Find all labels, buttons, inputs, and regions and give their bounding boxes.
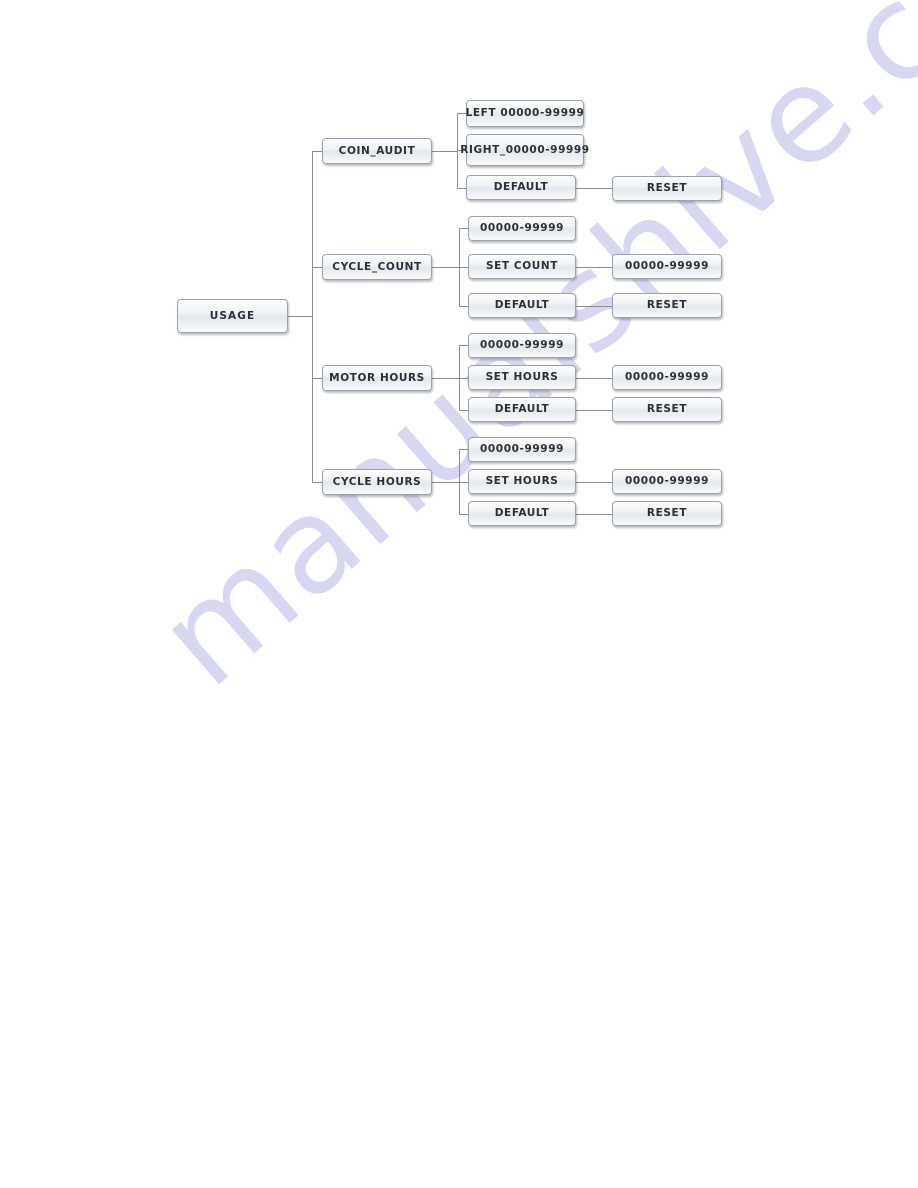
- node-label: 00000-99999: [624, 475, 710, 488]
- node-ch_set_range[interactable]: 00000-99999: [612, 469, 722, 494]
- connector-line: [576, 482, 612, 483]
- node-label: DEFAULT: [494, 507, 550, 520]
- connector-line: [459, 345, 468, 346]
- node-label: RESET: [646, 182, 688, 195]
- connector-line: [459, 306, 468, 307]
- connector-line: [312, 151, 313, 482]
- node-ca_left[interactable]: LEFT 00000-99999: [466, 100, 584, 127]
- node-ch_range[interactable]: 00000-99999: [468, 437, 576, 462]
- node-cycle_hours[interactable]: CYCLE HOURS: [322, 469, 432, 495]
- node-label: COIN_AUDIT: [338, 144, 416, 157]
- connector-line: [459, 514, 468, 515]
- node-ca_right[interactable]: RIGHT_00000-99999: [460, 134, 589, 166]
- node-ch_reset[interactable]: RESET: [612, 501, 722, 526]
- connector-line: [576, 306, 612, 307]
- node-ch_default[interactable]: DEFAULT: [468, 501, 576, 526]
- connector-line: [459, 410, 468, 411]
- node-cc_set[interactable]: SET COUNT: [468, 254, 576, 279]
- connector-line: [432, 482, 459, 483]
- node-label: CYCLE HOURS: [332, 475, 422, 488]
- connector-line: [576, 514, 612, 515]
- connector-line: [457, 188, 466, 189]
- node-motor_hours[interactable]: MOTOR HOURS: [322, 365, 432, 391]
- node-label: 00000-99999: [479, 222, 565, 235]
- node-label: RIGHT_00000-99999: [460, 143, 590, 156]
- connector-line: [459, 482, 468, 483]
- connector-line: [312, 482, 322, 483]
- connector-line: [432, 378, 459, 379]
- node-cc_default[interactable]: DEFAULT: [468, 293, 576, 318]
- node-coin_audit[interactable]: COIN_AUDIT: [322, 138, 432, 164]
- node-cc_set_range[interactable]: 00000-99999: [612, 254, 722, 279]
- usage-menu-tree-diagram: USAGE COIN_AUDIT LEFT 00000-99999 RIGHT_000…: [0, 0, 918, 1188]
- node-label: SET HOURS: [485, 371, 559, 384]
- node-label: LEFT 00000-99999: [465, 107, 585, 120]
- connector-line: [576, 267, 612, 268]
- node-ca_reset[interactable]: RESET: [612, 176, 722, 201]
- node-label: SET HOURS: [485, 475, 559, 488]
- node-cycle_count[interactable]: CYCLE_COUNT: [322, 254, 432, 280]
- node-label: 00000-99999: [479, 443, 565, 456]
- node-ca_default[interactable]: DEFAULT: [466, 175, 576, 200]
- node-label: RESET: [646, 299, 688, 312]
- node-cc_reset[interactable]: RESET: [612, 293, 722, 318]
- connector-line: [432, 267, 459, 268]
- node-mh_reset[interactable]: RESET: [612, 397, 722, 422]
- connector-line: [432, 151, 457, 152]
- node-mh_set_range[interactable]: 00000-99999: [612, 365, 722, 390]
- node-label: DEFAULT: [494, 403, 550, 416]
- connector-line: [459, 267, 468, 268]
- connector-line: [312, 151, 322, 152]
- node-label: RESET: [646, 507, 688, 520]
- connector-line: [576, 378, 612, 379]
- connector-line: [576, 410, 612, 411]
- node-label: CYCLE_COUNT: [332, 260, 422, 273]
- node-label: DEFAULT: [494, 299, 550, 312]
- node-label: MOTOR HOURS: [329, 371, 425, 384]
- node-cc_range[interactable]: 00000-99999: [468, 216, 576, 241]
- connector-line: [312, 378, 322, 379]
- node-label: 00000-99999: [624, 371, 710, 384]
- node-label: SET COUNT: [485, 260, 559, 273]
- connector-line: [459, 378, 468, 379]
- node-ch_set[interactable]: SET HOURS: [468, 469, 576, 494]
- connector-line: [459, 228, 468, 229]
- connector-line: [312, 267, 322, 268]
- connector-line: [288, 316, 312, 317]
- node-mh_range[interactable]: 00000-99999: [468, 333, 576, 358]
- connector-line: [576, 188, 612, 189]
- node-mh_default[interactable]: DEFAULT: [468, 397, 576, 422]
- node-mh_set[interactable]: SET HOURS: [468, 365, 576, 390]
- node-label: 00000-99999: [624, 260, 710, 273]
- connector-line: [459, 449, 468, 450]
- node-label: DEFAULT: [493, 181, 549, 194]
- node-usage[interactable]: USAGE: [177, 299, 288, 333]
- node-label: RESET: [646, 403, 688, 416]
- node-label: 00000-99999: [479, 339, 565, 352]
- node-label: USAGE: [209, 309, 256, 322]
